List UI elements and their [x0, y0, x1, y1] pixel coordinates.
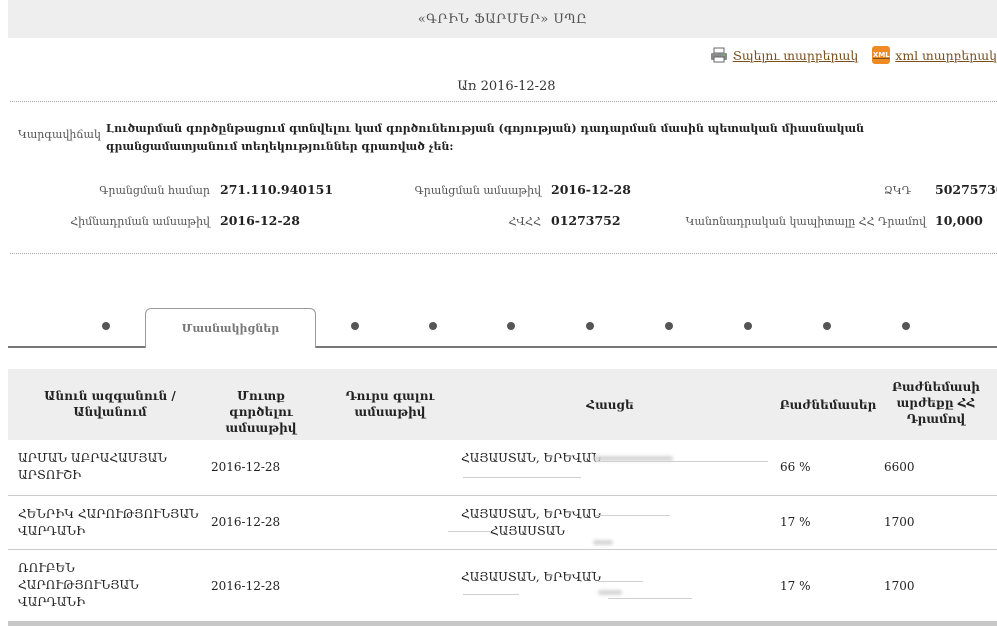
redacted-address [593, 456, 673, 461]
participant-entry-date: 2016-12-28 [211, 579, 281, 593]
registration-date-label: Գրանցման ամսաթիվ [414, 184, 541, 197]
divider [10, 101, 997, 102]
address-underline [448, 531, 490, 532]
participant-shares: 17 % [780, 579, 811, 593]
as-of-date: Առ 2016-12-28 [457, 79, 556, 94]
tab-dot[interactable] [507, 322, 515, 330]
tin-label: ՀՎՀՀ [508, 215, 541, 228]
print-version-label: Տպելու տարբերակ [732, 47, 859, 63]
column-header-entry-date: Մուտք գործելու ամսաթիվ [225, 389, 297, 435]
column-header-address: Հասցե [586, 398, 634, 412]
participant-shares: 17 % [780, 515, 811, 529]
participant-share-value: 6600 [884, 460, 915, 474]
xml-version-link[interactable]: XML xml տարբերակ [872, 46, 997, 64]
participant-share-value: 1700 [884, 515, 915, 529]
participant-entry-date: 2016-12-28 [211, 460, 281, 474]
status-text: Լուծարման գործընթացում գտնվելու կամ գործ… [106, 122, 865, 153]
participant-address: ՀԱՅԱՍՏԱՆ, ԵՐԵՎԱՆ [461, 570, 601, 584]
znd-value: 50275730 [935, 182, 997, 197]
tab-dot[interactable] [429, 322, 437, 330]
tab-dot[interactable] [102, 322, 110, 330]
founding-date-value: 2016-12-28 [220, 213, 300, 228]
address-underline [608, 598, 692, 599]
address-underline [596, 461, 768, 462]
horizontal-scrollbar[interactable] [8, 621, 997, 626]
address-underline [595, 515, 670, 516]
participant-share-value: 1700 [884, 579, 915, 593]
table-row: ԱՐՄԱՆ ԱԲՐԱՀԱՄՅԱՆ ԱՐՏՈՒՇԻ 2016-12-28 ՀԱՅԱ… [8, 440, 997, 496]
participant-name: ՌՈՒԲԵՆ ՀԱՐՈՒԹՅՈՒՆՅԱՆ ՎԱՐԴԱՆԻ [18, 561, 139, 609]
address-underline [463, 477, 581, 478]
founding-date-label: Հիմնադրման ամսաթիվ [70, 215, 210, 228]
tab-dot[interactable] [902, 322, 910, 330]
tab-dot[interactable] [744, 322, 752, 330]
address-underline [598, 581, 643, 582]
tab-dot[interactable] [823, 322, 831, 330]
participant-address: ՀԱՅԱՍՏԱՆ, ԵՐԵՎԱՆ [461, 451, 601, 465]
redacted-address [593, 540, 613, 545]
print-version-link[interactable]: Տպելու տարբերակ [710, 47, 859, 63]
company-title-bar: «ԳՐԻՆ ՖԱՐՄԵՐ» ՍՊԸ [8, 0, 997, 38]
xml-version-label: xml տարբերակ [895, 47, 997, 63]
participant-name: ԱՐՄԱՆ ԱԲՐԱՀԱՄՅԱՆ ԱՐՏՈՒՇԻ [18, 451, 167, 482]
divider [10, 253, 997, 254]
registration-number-label: Գրանցման համար [99, 184, 210, 197]
participant-address-extra: ՀԱՅԱՍՏԱՆ [490, 524, 565, 538]
actions-bar: Տպելու տարբերակ XML xml տարբերակ [710, 44, 997, 66]
printer-icon [710, 47, 727, 63]
table-row: ՀԵՆՐԻԿ ՀԱՐՈՒԹՅՈՒՆՅԱՆ ՎԱՐԴԱՆԻ 2016-12-28 … [8, 496, 997, 550]
participant-address: ՀԱՅԱՍՏԱՆ, ԵՐԵՎԱՆ [461, 507, 601, 521]
xml-file-icon: XML [872, 46, 891, 64]
tab-dot[interactable] [665, 322, 673, 330]
znd-label: ՁԿԴ [883, 184, 911, 197]
status-label: Կարգավիճակ [18, 128, 101, 141]
participant-name: ՀԵՆՐԻԿ ՀԱՐՈՒԹՅՈՒՆՅԱՆ ՎԱՐԴԱՆԻ [18, 507, 199, 538]
table-row: ՌՈՒԲԵՆ ՀԱՐՈՒԹՅՈՒՆՅԱՆ ՎԱՐԴԱՆԻ 2016-12-28 … [8, 550, 997, 622]
column-header-name: Անուն ազգանուն / Անվանում [44, 389, 176, 419]
participants-table-header: Անուն ազգանուն / Անվանում Մուտք գործելու… [8, 369, 997, 440]
column-header-share-value: Բաժնեմասի արժեքը ՀՀ Դրամով [892, 380, 980, 426]
tab-dot[interactable] [351, 322, 359, 330]
participant-entry-date: 2016-12-28 [211, 515, 281, 529]
company-title: «ԳՐԻՆ ՖԱՐՄԵՐ» ՍՊԸ [417, 11, 588, 27]
charter-capital-value: 10,000 [935, 213, 983, 228]
registration-date-value: 2016-12-28 [551, 182, 631, 197]
tin-value: 01273752 [551, 213, 621, 228]
tab-dot[interactable] [586, 322, 594, 330]
registration-number-value: 271.110.940151 [220, 182, 334, 197]
column-header-exit-date: Դուրս գալու ամսաթիվ [345, 389, 435, 419]
redacted-address [598, 590, 622, 595]
column-header-shares: Բաժնեմասեր [779, 398, 877, 412]
participant-shares: 66 % [780, 460, 811, 474]
tab-participants[interactable]: Մասնակիցներ [145, 308, 316, 348]
charter-capital-label: Կանոնադրական կապիտալը ՀՀ Դրամով [685, 215, 926, 228]
address-underline [463, 594, 519, 595]
